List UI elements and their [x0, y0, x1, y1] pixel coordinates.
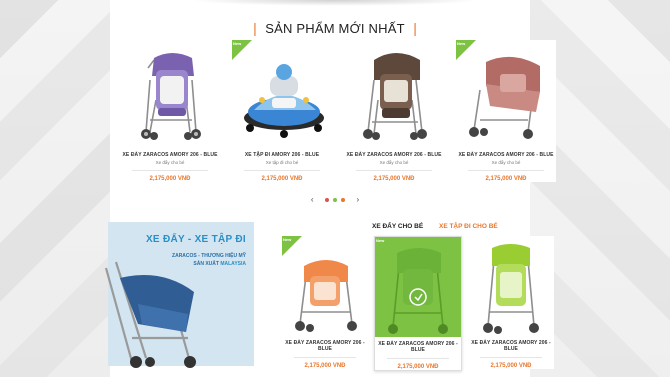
category-tabs: XE ĐẨY CHO BÉ XE TẬP ĐI CHO BÉ: [372, 223, 498, 230]
product-category: Xe tập đi cho bé: [265, 160, 299, 165]
latest-products-row: XE ĐẨY ZARACOS AMORY 206 - BLUE Xe đẩy c…: [120, 40, 560, 190]
product-image[interactable]: New: [282, 236, 368, 336]
promo-banner[interactable]: XE ĐẨY - XE TẬP ĐI ZARACOS - THƯƠNG HIỆU…: [104, 222, 254, 368]
divider: [356, 170, 432, 171]
product-name[interactable]: XE ĐẨY ZARACOS AMORY 206 - BLUE: [344, 152, 444, 158]
product-image[interactable]: New: [456, 40, 556, 148]
product-card[interactable]: XE ĐẨY ZARACOS AMORY 206 - BLUE Xe đẩy c…: [344, 40, 444, 182]
product-image[interactable]: New: [375, 237, 461, 337]
section-title: | SẢN PHẨM MỚI NHẤT |: [0, 20, 670, 38]
product-card[interactable]: New XE ĐẨY ZARACOS AMORY 206 - BLUE 2,17…: [282, 236, 368, 369]
new-badge: New: [375, 237, 395, 257]
title-bar-left: |: [253, 20, 257, 36]
product-image[interactable]: [468, 236, 554, 336]
tab-walker[interactable]: XE TẬP ĐI CHO BÉ: [439, 223, 498, 230]
tab-stroller[interactable]: XE ĐẨY CHO BÉ: [372, 223, 423, 230]
product-price: 2,175,000 VNĐ: [485, 176, 527, 182]
background-left-pattern: [0, 0, 110, 377]
pager-dot[interactable]: [324, 197, 329, 202]
divider: [387, 358, 449, 359]
product-card[interactable]: New XE ĐẨY ZARACOS AMORY 206 - BLUE 2,17…: [374, 236, 462, 371]
new-badge: New: [456, 40, 476, 60]
next-arrow-icon[interactable]: ›: [356, 195, 359, 204]
product-category: Xe đẩy cho bé: [155, 160, 185, 165]
product-category: Xe đẩy cho bé: [491, 160, 521, 165]
divider: [480, 357, 542, 358]
product-price: 2,175,000 VNĐ: [397, 364, 439, 370]
product-card[interactable]: XE ĐẨY ZARACOS AMORY 206 - BLUE 2,175,00…: [468, 236, 554, 369]
new-badge: New: [282, 236, 302, 256]
product-card[interactable]: New XE TẬP ĐI AMORY 206 - BLUE Xe tập đi…: [232, 40, 332, 182]
product-price: 2,175,000 VNĐ: [149, 176, 191, 182]
product-price: 2,175,000 VNĐ: [304, 363, 346, 369]
product-name[interactable]: XE TẬP ĐI AMORY 206 - BLUE: [232, 152, 332, 158]
product-card[interactable]: XE ĐẨY ZARACOS AMORY 206 - BLUE Xe đẩy c…: [120, 40, 220, 182]
carousel-pager: ‹ ›: [0, 195, 670, 204]
product-card[interactable]: New XE ĐẨY ZARACOS AMORY 206 - BLUE Xe đ…: [456, 40, 556, 182]
divider: [468, 170, 544, 171]
product-name[interactable]: XE ĐẨY ZARACOS AMORY 206 - BLUE: [456, 152, 556, 158]
product-image[interactable]: [344, 40, 444, 148]
new-badge: New: [232, 40, 252, 60]
banner-title: XE ĐẨY - XE TẬP ĐI: [145, 234, 246, 245]
banner-stroller-image: [104, 261, 196, 368]
category-products-row: New XE ĐẨY ZARACOS AMORY 206 - BLUE 2,17…: [282, 236, 562, 376]
product-name[interactable]: XE ĐẨY ZARACOS AMORY 206 - BLUE: [120, 152, 220, 158]
product-image[interactable]: New: [232, 40, 332, 148]
section-title-text: SẢN PHẨM MỚI NHẤT: [265, 21, 405, 36]
product-name[interactable]: XE ĐẨY ZARACOS AMORY 206 - BLUE: [375, 341, 461, 353]
header-shadow: [190, 0, 480, 6]
product-category: Xe đẩy cho bé: [379, 160, 409, 165]
divider: [244, 170, 320, 171]
product-price: 2,175,000 VNĐ: [490, 363, 532, 369]
product-image[interactable]: [120, 40, 220, 148]
divider: [294, 357, 356, 358]
product-price: 2,175,000 VNĐ: [373, 176, 415, 182]
product-name[interactable]: XE ĐẨY ZARACOS AMORY 206 - BLUE: [468, 340, 554, 352]
product-name[interactable]: XE ĐẨY ZARACOS AMORY 206 - BLUE: [282, 340, 368, 352]
prev-arrow-icon[interactable]: ‹: [311, 195, 314, 204]
product-price: 2,175,000 VNĐ: [261, 176, 303, 182]
title-bar-right: |: [413, 20, 417, 36]
divider: [132, 170, 208, 171]
pager-dot[interactable]: [333, 197, 337, 202]
pager-dot[interactable]: [341, 197, 346, 202]
